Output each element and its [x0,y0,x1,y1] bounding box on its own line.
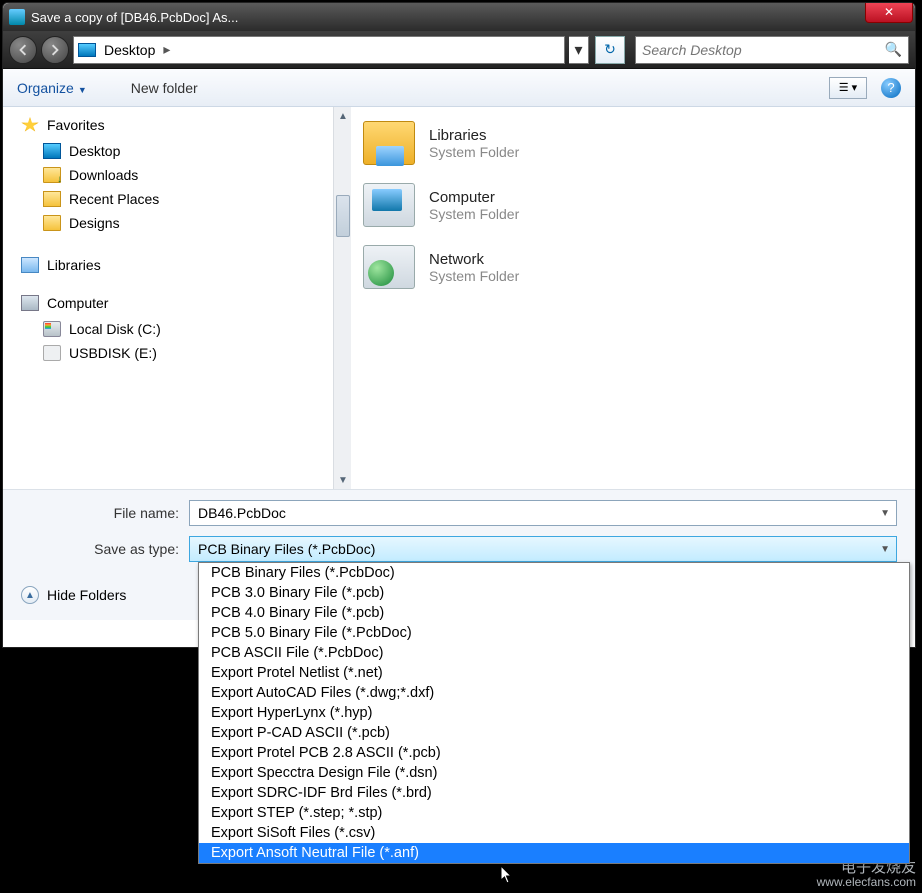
dropdown-option[interactable]: Export SiSoft Files (*.csv) [199,823,909,843]
file-name-label: File name: [21,505,189,521]
sidebar-favorites[interactable]: Favorites [21,117,343,133]
watermark: 电子发烧友 www.elecfans.com [817,861,916,889]
file-list[interactable]: LibrariesSystem Folder ComputerSystem Fol… [351,107,915,489]
comp-icon [363,183,415,227]
file-name-input[interactable]: DB46.PcbDoc ▼ [189,500,897,526]
breadcrumb-location: Desktop [104,42,155,58]
chevron-down-icon[interactable]: ▼ [880,544,890,555]
titlebar[interactable]: Save a copy of [DB46.PcbDoc] As... ✕ [3,3,915,31]
save-as-type-dropdown[interactable]: PCB Binary Files (*.PcbDoc)PCB 3.0 Binar… [198,562,910,864]
view-options-button[interactable]: ☰ ▾ [829,77,867,99]
dropdown-option[interactable]: Export Specctra Design File (*.dsn) [199,763,909,783]
chevron-right-icon[interactable]: ▸ [163,41,170,58]
window-title: Save a copy of [DB46.PcbDoc] As... [31,10,238,25]
sidebar-computer[interactable]: Computer [21,295,343,311]
sidebar-item[interactable]: USBDISK (E:) [21,341,343,365]
net-icon [363,245,415,289]
breadcrumb[interactable]: Desktop ▸ [73,36,565,64]
star-icon [21,117,39,133]
sidebar-item[interactable]: Recent Places [21,187,343,211]
sidebar-item[interactable]: Local Disk (C:) [21,317,343,341]
dropdown-option[interactable]: PCB ASCII File (*.PcbDoc) [199,643,909,663]
sidebar-scrollbar[interactable]: ▲ ▼ [333,107,351,489]
sidebar-item[interactable]: Desktop [21,139,343,163]
dropdown-option[interactable]: Export Protel Netlist (*.net) [199,663,909,683]
libs-icon [363,121,415,165]
libraries-icon [21,257,39,273]
chevron-down-icon[interactable]: ▼ [880,508,890,519]
save-as-type-label: Save as type: [21,541,189,557]
sidebar-item[interactable]: Downloads [21,163,343,187]
organize-menu[interactable]: Organize▼ [17,80,87,96]
dropdown-option[interactable]: Export P-CAD ASCII (*.pcb) [199,723,909,743]
nav-bar: Desktop ▸ ▾ ↻ 🔍 [3,31,915,69]
dropdown-option[interactable]: Export STEP (*.step; *.stp) [199,803,909,823]
folder-icon [43,167,61,183]
scrollbar-thumb[interactable] [336,195,350,237]
new-folder-button[interactable]: New folder [131,80,198,96]
navigation-pane: Favorites DesktopDownloadsRecent PlacesD… [3,107,351,489]
refresh-button[interactable]: ↻ [595,36,625,64]
toolbar: Organize▼ New folder ☰ ▾ ? [3,69,915,107]
dropdown-option[interactable]: Export Ansoft Neutral File (*.anf) [199,843,909,863]
forward-button[interactable] [41,36,69,64]
breadcrumb-dropdown[interactable]: ▾ [569,36,589,64]
recent-icon [43,191,61,207]
save-as-type-select[interactable]: PCB Binary Files (*.PcbDoc) ▼ [189,536,897,562]
dropdown-option[interactable]: PCB Binary Files (*.PcbDoc) [199,563,909,583]
dropdown-option[interactable]: PCB 4.0 Binary File (*.pcb) [199,603,909,623]
help-button[interactable]: ? [881,78,901,98]
disk-icon [43,321,61,337]
save-as-dialog: Save a copy of [DB46.PcbDoc] As... ✕ Des… [2,2,916,648]
sidebar-libraries[interactable]: Libraries [21,257,343,273]
list-item[interactable]: ComputerSystem Folder [363,183,903,227]
collapse-icon: ▲ [21,586,39,604]
dropdown-option[interactable]: Export Protel PCB 2.8 ASCII (*.pcb) [199,743,909,763]
mouse-cursor [500,865,514,885]
scroll-up-icon[interactable]: ▲ [334,107,351,125]
list-item[interactable]: NetworkSystem Folder [363,245,903,289]
scroll-down-icon[interactable]: ▼ [334,471,351,489]
usb-icon [43,345,61,361]
app-icon [9,9,25,25]
dropdown-option[interactable]: Export AutoCAD Files (*.dwg;*.dxf) [199,683,909,703]
search-box[interactable]: 🔍 [635,36,909,64]
monitor-icon [43,143,61,159]
sidebar-item[interactable]: Designs [21,211,343,235]
desktop-icon [78,43,96,57]
list-item[interactable]: LibrariesSystem Folder [363,121,903,165]
computer-icon [21,295,39,311]
dropdown-option[interactable]: Export HyperLynx (*.hyp) [199,703,909,723]
folder-icon [43,215,61,231]
close-button[interactable]: ✕ [865,3,913,23]
dropdown-option[interactable]: Export SDRC-IDF Brd Files (*.brd) [199,783,909,803]
search-icon[interactable]: 🔍 [885,41,902,58]
dropdown-option[interactable]: PCB 5.0 Binary File (*.PcbDoc) [199,623,909,643]
dropdown-option[interactable]: PCB 3.0 Binary File (*.pcb) [199,583,909,603]
search-input[interactable] [642,42,885,58]
back-button[interactable] [9,36,37,64]
